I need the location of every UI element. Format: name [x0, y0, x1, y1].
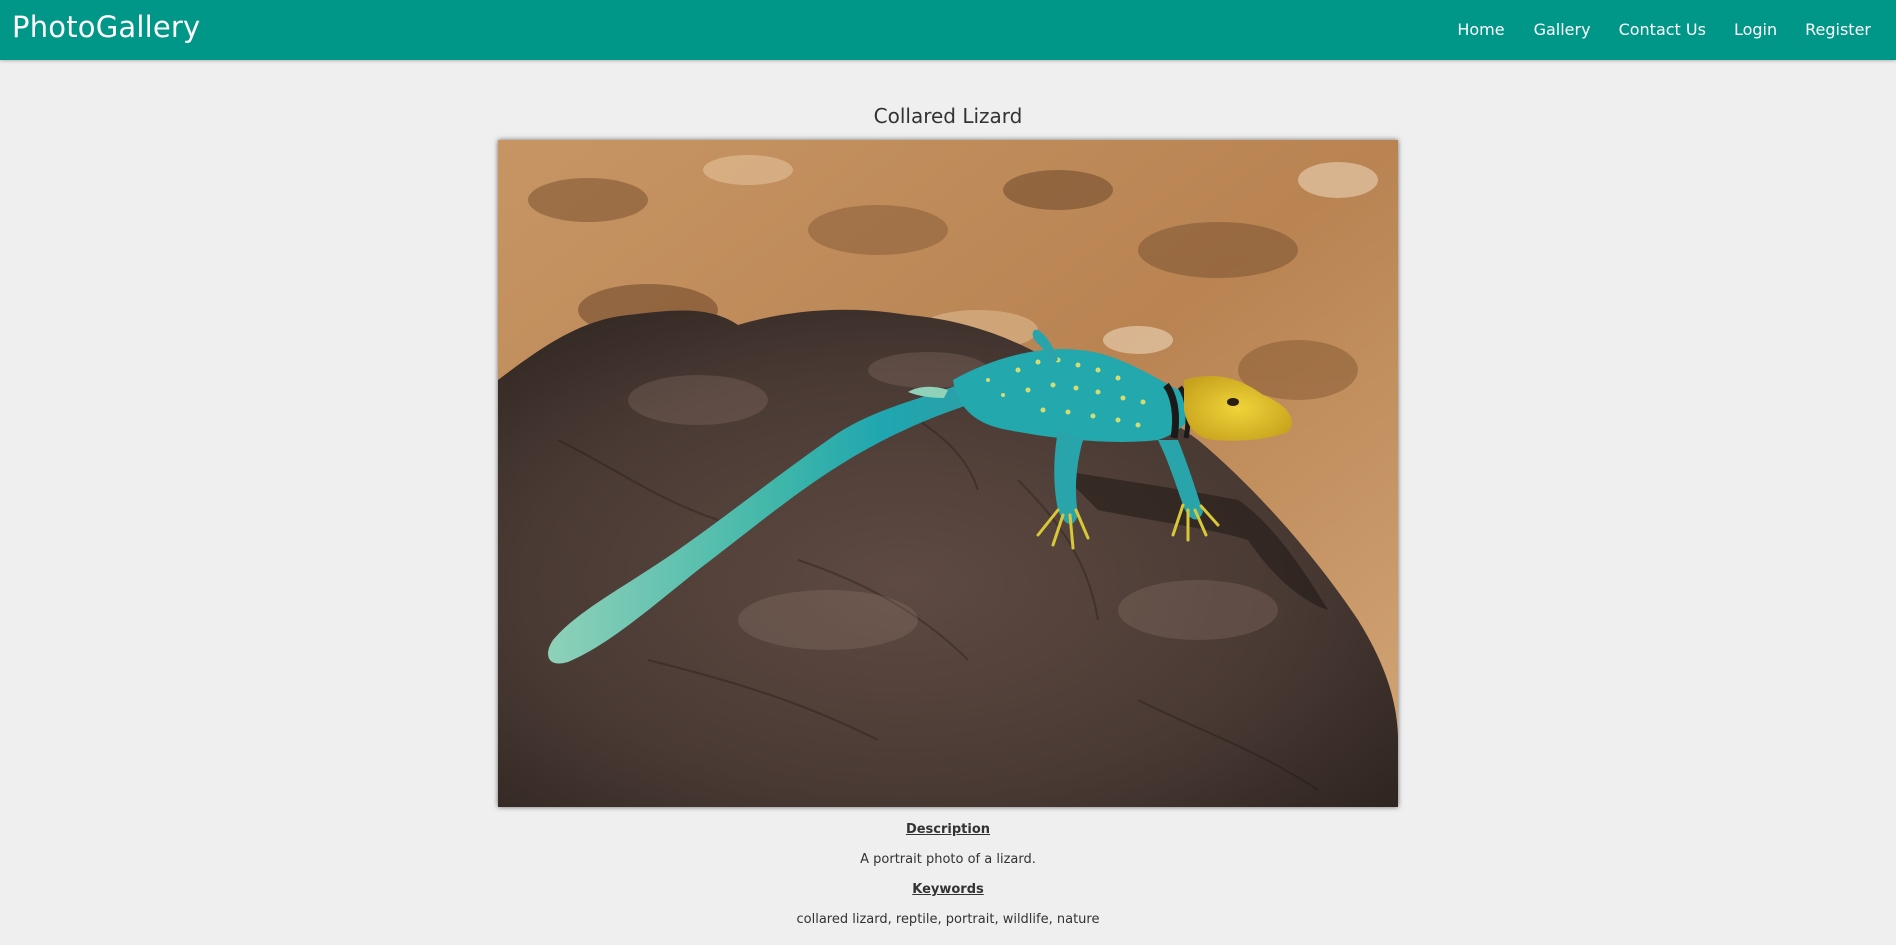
keywords-label: Keywords — [912, 882, 984, 897]
nav-register-link[interactable]: Register — [1791, 0, 1896, 60]
description-label: Description — [905, 822, 991, 837]
lizard-photo-illustration — [498, 140, 1398, 807]
nav-login-link[interactable]: Login — [1720, 0, 1791, 60]
top-navbar: PhotoGallery Home Gallery Contact Us Log… — [0, 0, 1896, 60]
photo-title: Collared Lizard — [873, 104, 1023, 128]
nav-gallery-link[interactable]: Gallery — [1520, 0, 1605, 60]
description-text: A portrait photo of a lizard. — [860, 852, 1036, 867]
brand-logo-link[interactable]: PhotoGallery — [12, 10, 200, 44]
keywords-text: collared lizard, reptile, portrait, wild… — [796, 912, 1100, 927]
photo-image[interactable] — [498, 140, 1398, 807]
nav-contact-link[interactable]: Contact Us — [1605, 0, 1720, 60]
nav-home-link[interactable]: Home — [1443, 0, 1518, 60]
main-nav: Home Gallery Contact Us Login Register — [1443, 0, 1896, 60]
